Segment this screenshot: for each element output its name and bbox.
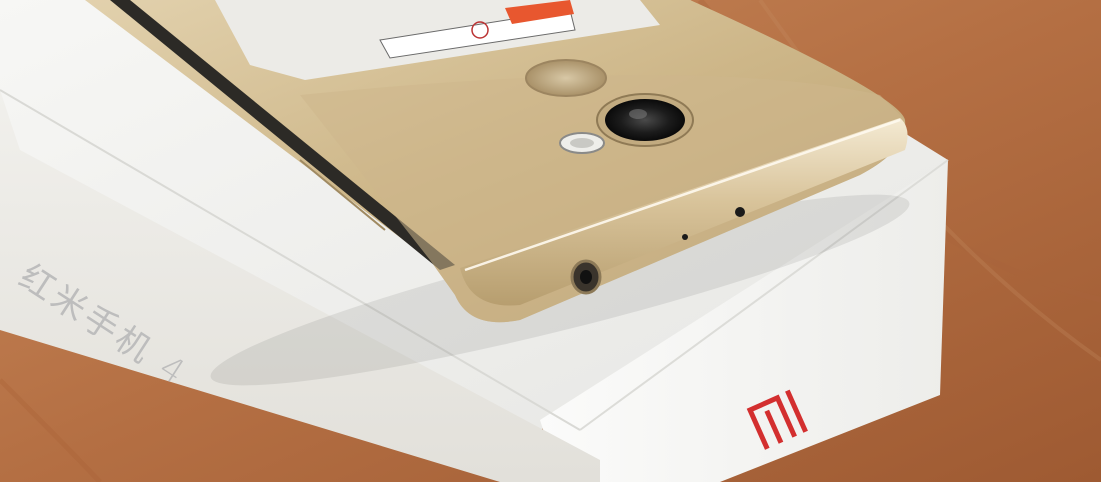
camera-lens: [605, 99, 685, 141]
ir-blaster: [735, 207, 745, 217]
microphone-hole: [682, 234, 688, 240]
photo-scene: 红米手机 4: [0, 0, 1101, 482]
photo-illustration: [0, 0, 1101, 482]
fingerprint-sensor: [525, 59, 607, 97]
